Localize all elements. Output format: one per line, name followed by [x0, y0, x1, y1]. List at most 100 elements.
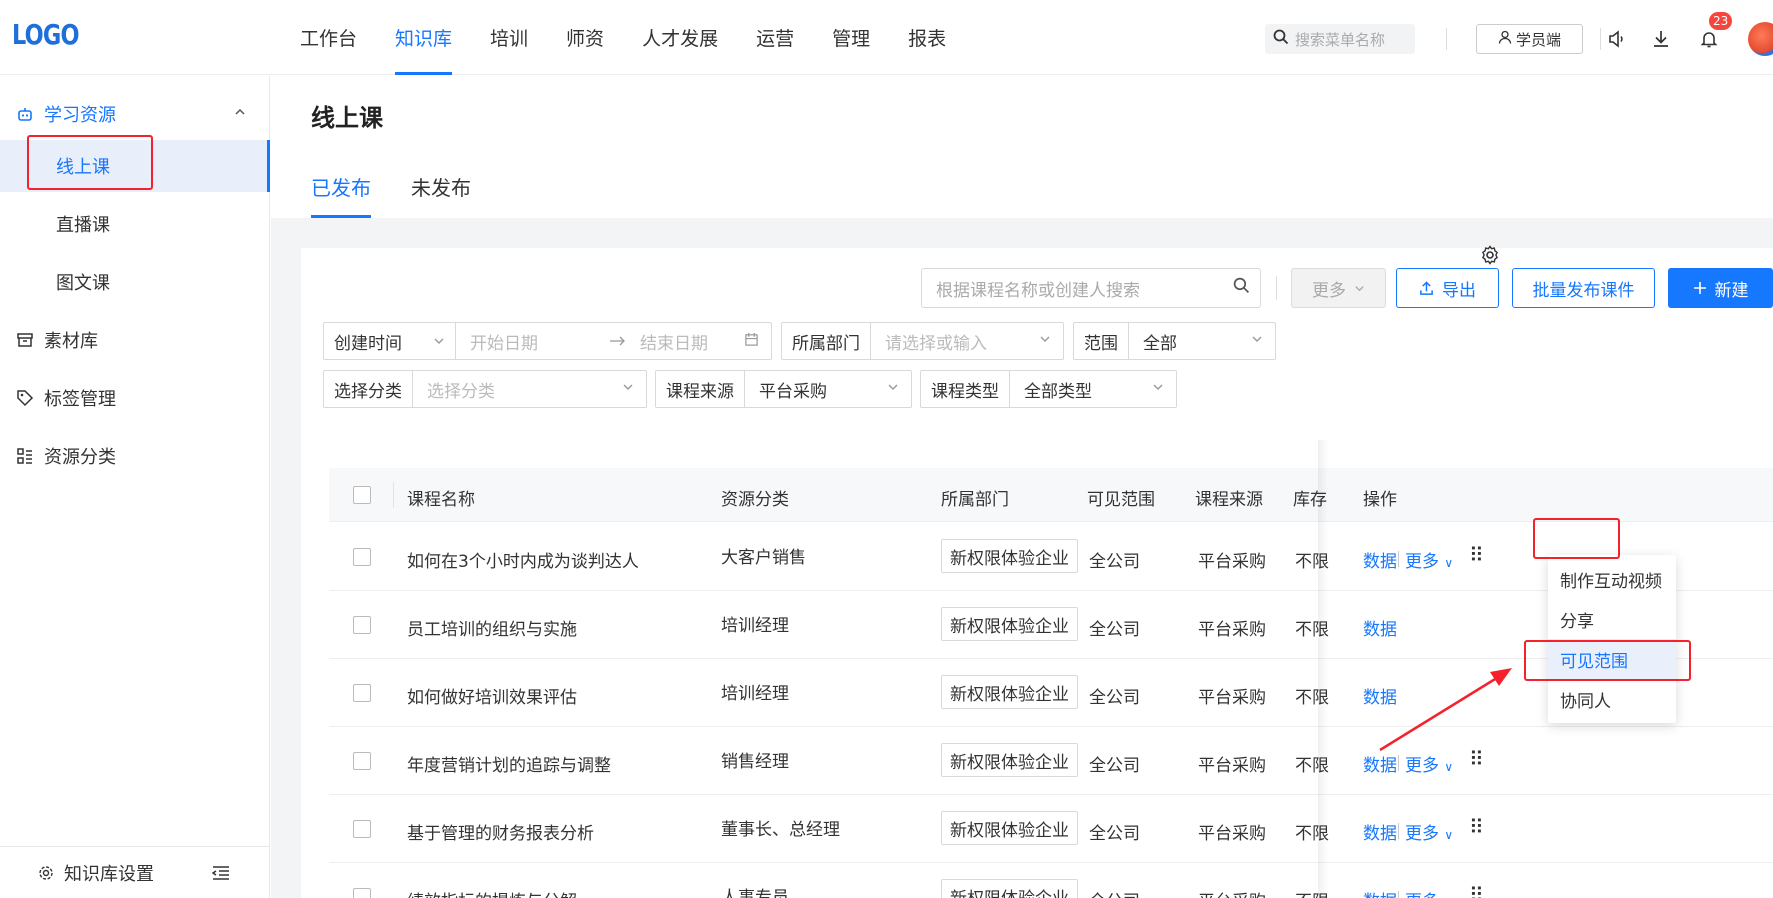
nav-item-workbench[interactable]: 工作台 — [300, 0, 357, 75]
drag-handle-icon[interactable]: ⠿ — [1469, 815, 1484, 839]
export-button[interactable]: 导出 — [1396, 268, 1499, 308]
time-type-select[interactable]: 创建时间 — [324, 323, 456, 359]
download-icon[interactable] — [1648, 26, 1674, 52]
sidebar-item-article-course[interactable]: 图文课 — [0, 256, 270, 308]
data-link[interactable]: 数据 — [1363, 887, 1397, 898]
course-stock: 不限 — [1295, 824, 1329, 844]
course-source: 平台采购 — [1198, 688, 1266, 708]
created-time-filter[interactable]: 创建时间 开始日期 结束日期 — [323, 322, 772, 360]
source-filter[interactable]: 课程来源 平台采购 — [655, 370, 912, 408]
more-dropdown-menu: 制作互动视频 分享 可见范围 协同人 — [1548, 555, 1676, 723]
course-category: 董事长、总经理 — [721, 820, 840, 840]
nav-item-operations[interactable]: 运营 — [756, 0, 794, 75]
nav-item-knowledge[interactable]: 知识库 — [395, 0, 453, 75]
more-actions-label: 更多 — [1312, 280, 1346, 301]
course-name[interactable]: 如何做好培训效果评估 — [407, 683, 577, 708]
sidebar-item-label: 资源分类 — [44, 447, 116, 468]
tag-icon — [16, 389, 34, 407]
data-link[interactable]: 数据 — [1363, 615, 1397, 640]
more-link[interactable]: 更多 ∨ — [1405, 819, 1453, 844]
menu-search-input[interactable]: 搜索菜单名称 — [1265, 24, 1415, 54]
category-filter[interactable]: 选择分类 选择分类 — [323, 370, 647, 408]
course-scope: 全公司 — [1089, 552, 1140, 572]
settings-label: 知识库设置 — [64, 863, 154, 885]
export-label: 导出 — [1442, 280, 1476, 301]
sidebar-item-live-course[interactable]: 直播课 — [0, 198, 270, 250]
menu-item-collaborators[interactable]: 协同人 — [1548, 679, 1676, 719]
table-header: 课程名称 资源分类 所属部门 可见范围 课程来源 库存 操作 — [329, 468, 1773, 522]
course-search-input[interactable]: 根据课程名称或创建人搜索 — [921, 268, 1261, 308]
select-all-checkbox[interactable] — [353, 486, 371, 504]
row-checkbox[interactable] — [353, 616, 371, 634]
drag-handle-icon[interactable]: ⠿ — [1469, 543, 1484, 567]
divider — [393, 482, 394, 508]
data-link[interactable]: 数据 — [1363, 751, 1397, 776]
nav-item-training[interactable]: 培训 — [490, 0, 528, 75]
nav-item-talent[interactable]: 人才发展 — [642, 0, 718, 75]
chevron-down-icon — [1152, 381, 1164, 397]
course-name[interactable]: 员工培训的组织与实施 — [407, 615, 577, 640]
sidebar-item-material-library[interactable]: 素材库 — [0, 314, 270, 366]
search-icon[interactable] — [1233, 277, 1250, 299]
course-name[interactable]: 如何在3个小时内成为谈判达人 — [407, 547, 639, 572]
course-scope: 全公司 — [1089, 756, 1140, 776]
menu-item-interactive-video[interactable]: 制作互动视频 — [1548, 559, 1676, 599]
sidebar-item-online-course[interactable]: 线上课 — [0, 140, 270, 192]
course-type-filter[interactable]: 课程类型 全部类型 — [920, 370, 1177, 408]
user-icon — [1498, 30, 1512, 48]
batch-publish-button[interactable]: 批量发布课件 — [1512, 268, 1655, 308]
collapse-sidebar-icon[interactable] — [212, 865, 230, 881]
course-scope: 全公司 — [1089, 688, 1140, 708]
row-checkbox[interactable] — [353, 684, 371, 702]
nav-item-teachers[interactable]: 师资 — [566, 0, 604, 75]
row-checkbox[interactable] — [353, 548, 371, 566]
category-filter-value: 选择分类 — [427, 381, 495, 402]
course-name[interactable]: 基于管理的财务报表分析 — [407, 819, 594, 844]
dept-tag: 新权限体验企业 — [941, 539, 1078, 573]
menu-item-share[interactable]: 分享 — [1548, 599, 1676, 639]
row-checkbox[interactable] — [353, 752, 371, 770]
sidebar-item-label: 标签管理 — [44, 389, 116, 410]
department-filter[interactable]: 所属部门 请选择或输入 — [781, 322, 1064, 360]
arrow-right-icon — [610, 336, 626, 346]
avatar[interactable] — [1748, 22, 1773, 56]
nav-item-admin[interactable]: 管理 — [832, 0, 870, 75]
knowledge-base-settings[interactable]: 知识库设置 — [0, 846, 270, 898]
speaker-icon[interactable] — [1604, 26, 1630, 52]
tab-unpublished[interactable]: 未发布 — [411, 168, 471, 218]
course-scope: 全公司 — [1089, 824, 1140, 844]
column-header-name: 课程名称 — [407, 490, 475, 510]
more-link[interactable]: 更多 ∨ — [1405, 751, 1453, 776]
drag-handle-icon[interactable]: ⠿ — [1469, 747, 1484, 771]
notification-badge: 23 — [1709, 12, 1733, 30]
category-icon — [16, 447, 34, 465]
course-name[interactable]: 年度营销计划的追踪与调整 — [407, 751, 611, 776]
course-scope: 全公司 — [1089, 620, 1140, 640]
divider — [1398, 891, 1399, 898]
dept-tag: 新权限体验企业 — [941, 743, 1078, 777]
new-course-button[interactable]: 新建 — [1668, 268, 1773, 308]
tab-published[interactable]: 已发布 — [311, 168, 371, 218]
data-link[interactable]: 数据 — [1363, 547, 1397, 572]
menu-item-visible-scope[interactable]: 可见范围 — [1548, 639, 1676, 679]
row-checkbox[interactable] — [353, 888, 371, 898]
more-actions-button[interactable]: 更多 — [1291, 268, 1386, 308]
start-date-input[interactable]: 开始日期 — [456, 329, 602, 354]
column-settings-icon[interactable] — [1480, 245, 1500, 270]
archive-icon — [16, 331, 34, 349]
scope-filter[interactable]: 范围 全部 — [1073, 322, 1276, 360]
data-link[interactable]: 数据 — [1363, 683, 1397, 708]
sidebar-item-tag-management[interactable]: 标签管理 — [0, 372, 270, 424]
drag-handle-icon[interactable]: ⠿ — [1469, 883, 1484, 898]
nav-item-reports[interactable]: 报表 — [908, 0, 946, 75]
column-header-category: 资源分类 — [721, 490, 789, 510]
more-link[interactable]: 更多 ∨ — [1405, 887, 1453, 898]
student-portal-button[interactable]: 学员端 — [1476, 24, 1583, 54]
data-link[interactable]: 数据 — [1363, 819, 1397, 844]
row-checkbox[interactable] — [353, 820, 371, 838]
more-link[interactable]: 更多 ∨ — [1405, 547, 1453, 572]
sidebar-item-resource-category[interactable]: 资源分类 — [0, 430, 270, 482]
sidebar-group-learning-resources[interactable]: 学习资源 — [0, 94, 270, 134]
course-name[interactable]: 绩效指标的提炼与分解 — [407, 887, 577, 898]
source-filter-label: 课程来源 — [656, 371, 745, 407]
